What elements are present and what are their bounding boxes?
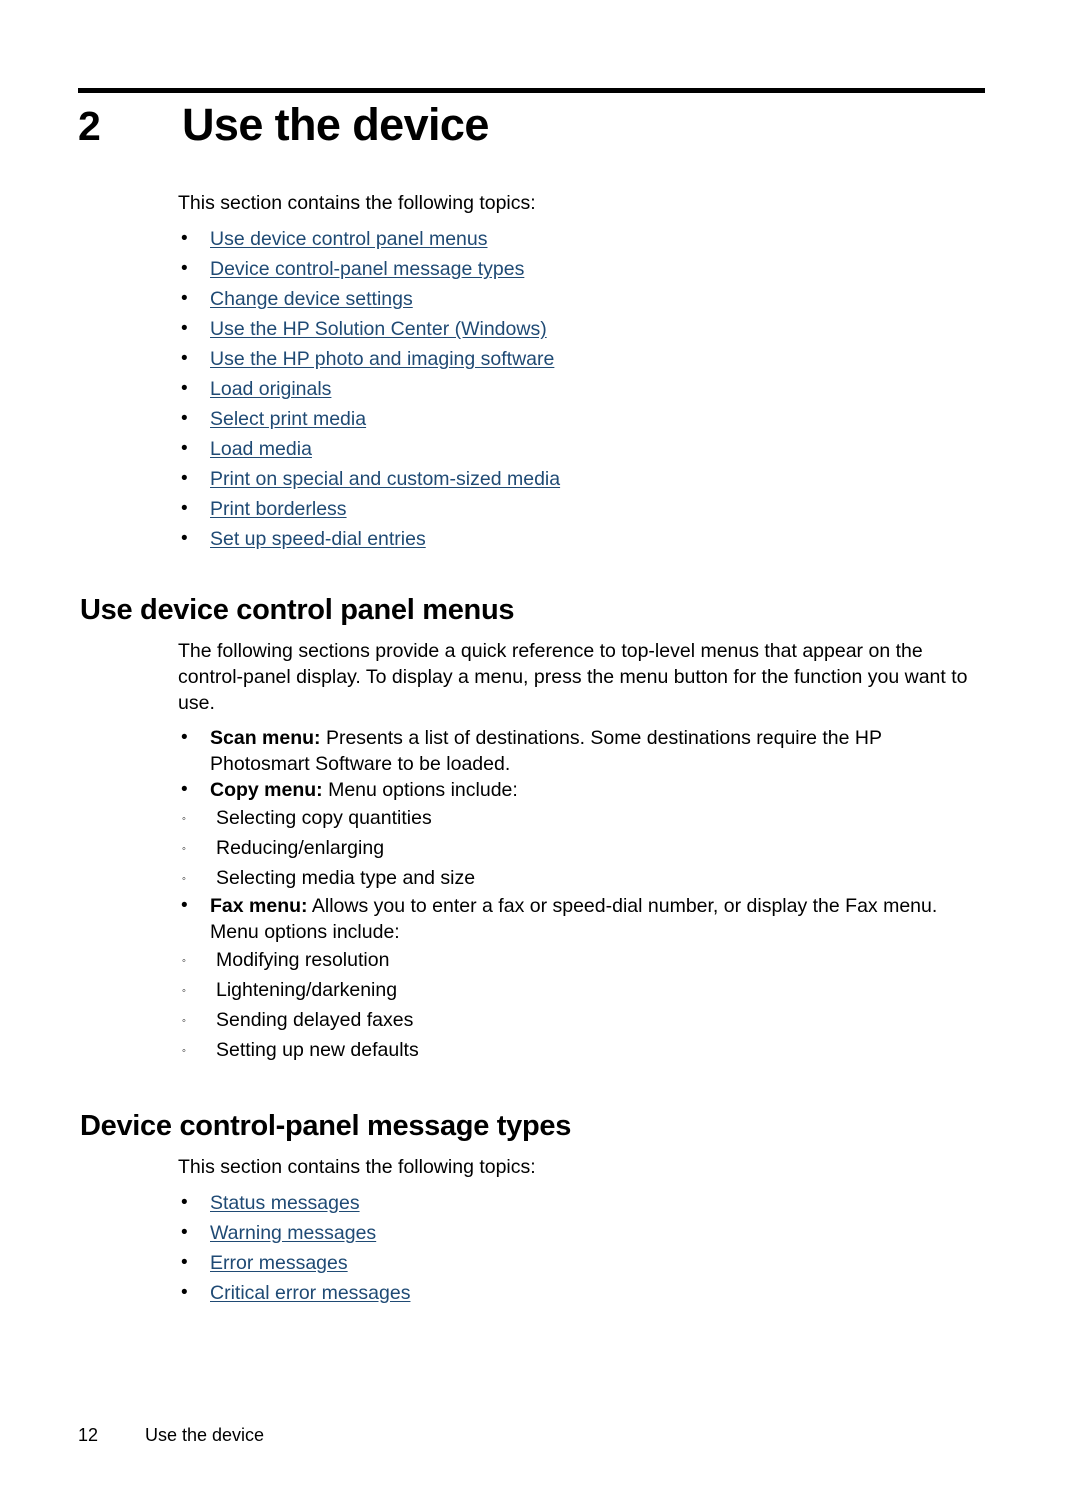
sub-bullet-icon: ◦ [182,843,186,855]
bullet-icon: • [181,1192,188,1213]
menu-sub-option-text: Reducing/enlarging [216,837,385,859]
menu-sub-option-text: Lightening/darkening [216,979,398,1001]
intro-lead-text: This section contains the following topi… [178,192,536,214]
menu-sub-option-text: Modifying resolution [216,949,390,971]
menu-sub-option-item: ◦ Selecting copy quantities [178,803,978,833]
document-page: 2 Use the device This section contains t… [0,0,1080,1495]
chapter-header: 2 Use the device [78,98,988,153]
topic-link[interactable]: Set up speed-dial entries [210,528,426,550]
menu-bullet-list: • Scan menu: Presents a list of destinati… [178,725,978,1065]
menu-sub-option-list: ◦ Modifying resolution ◦ Lightening/darkeni… [178,945,978,1065]
menu-bullet-text: Allows you to enter a fax or speed-dial … [210,895,938,943]
topic-link[interactable]: Use device control panel menus [210,228,488,250]
topic-link[interactable]: Load originals [210,378,331,400]
bullet-icon: • [181,779,188,800]
chapter-number: 2 [78,103,101,149]
menu-sub-option-text: Selecting copy quantities [216,807,432,829]
topic-link-item[interactable]: • Load media [178,434,978,464]
topic-link[interactable]: Error messages [210,1252,348,1274]
topic-link-item[interactable]: • Use the HP Solution Center (Windows) [178,314,978,344]
messages-lead-text: This section contains the following topi… [178,1156,536,1178]
menu-bullet-item: • Copy menu: Menu options include: [178,777,978,803]
page-footer: 12 Use the device [78,1423,988,1447]
bullet-icon: • [181,228,188,249]
bullet-icon: • [181,408,188,429]
sub-bullet-icon: ◦ [182,1015,186,1027]
menu-bullet-text: Menu options include: [322,779,518,801]
topic-link-item[interactable]: • Device control-panel message types [178,254,978,284]
menu-bullet-item: • Scan menu: Presents a list of destinati… [178,725,978,777]
topic-link[interactable]: Device control-panel message types [210,258,524,280]
bullet-icon: • [181,498,188,519]
menu-sub-option-item: ◦ Sending delayed faxes [178,1005,978,1035]
bullet-icon: • [181,318,188,339]
bullet-icon: • [181,895,188,916]
menu-sub-option-text: Sending delayed faxes [216,1009,414,1031]
bullet-icon: • [181,1222,188,1243]
topic-link-item[interactable]: • Use device control panel menus [178,224,978,254]
topic-link[interactable]: Use the HP photo and imaging software [210,348,554,370]
bullet-icon: • [181,727,188,748]
topic-link[interactable]: Print borderless [210,498,347,520]
topic-link-item[interactable]: • Change device settings [178,284,978,314]
menu-sub-option-item: ◦ Modifying resolution [178,945,978,975]
menu-bullet-label: Scan menu: [210,727,321,749]
menu-bullet-label: Fax menu: [210,895,308,917]
sub-bullet-icon: ◦ [182,955,186,967]
sub-bullet-icon: ◦ [182,985,186,997]
bullet-icon: • [181,528,188,549]
section-menus-paragraph: The following sections provide a quick r… [178,640,968,714]
menu-bullet-label: Copy menu: [210,779,323,801]
topic-link[interactable]: Load media [210,438,312,460]
section-heading-device-control-panel-message-types: Device control-panel message types [80,1110,572,1142]
menu-sub-option-text: Setting up new defaults [216,1039,419,1061]
menu-sub-option-item: ◦ Reducing/enlarging [178,833,978,863]
sub-bullet-icon: ◦ [182,873,186,885]
topic-link-item[interactable]: • Warning messages [178,1218,978,1248]
topic-link-item[interactable]: • Set up speed-dial entries [178,524,978,554]
topic-link-item[interactable]: • Print borderless [178,494,978,524]
footer-page-number: 12 [78,1425,99,1445]
topic-link-item[interactable]: • Print on special and custom-sized media [178,464,978,494]
topic-link-item[interactable]: • Critical error messages [178,1278,978,1308]
topic-link[interactable]: Critical error messages [210,1282,410,1304]
topic-link-item[interactable]: • Select print media [178,404,978,434]
menu-sub-option-list: ◦ Selecting copy quantities ◦ Reducing/enla… [178,803,978,893]
topic-link-item[interactable]: • Load originals [178,374,978,404]
bullet-icon: • [181,438,188,459]
menu-sub-option-item: ◦ Setting up new defaults [178,1035,978,1065]
topic-link[interactable]: Status messages [210,1192,360,1214]
bullet-icon: • [181,348,188,369]
menu-sub-option-text: Selecting media type and size [216,867,476,889]
menu-sub-option-item: ◦ Lightening/darkening [178,975,978,1005]
footer-chapter-title: Use the device [145,1425,265,1445]
bullet-icon: • [181,1282,188,1303]
topic-link[interactable]: Select print media [210,408,366,430]
menu-bullet-item: • Fax menu: Allows you to enter a fax or … [178,893,978,945]
section-heading-use-device-control-panel-menus: Use device control panel menus [80,594,515,626]
topic-link[interactable]: Print on special and custom-sized media [210,468,560,490]
menu-sub-option-item: ◦ Selecting media type and size [178,863,978,893]
bullet-icon: • [181,288,188,309]
bullet-icon: • [181,468,188,489]
intro-topic-link-list: • Use device control panel menus • Device c… [178,224,978,554]
chapter-title: Use the device [182,99,489,150]
bullet-icon: • [181,258,188,279]
sub-bullet-icon: ◦ [182,813,186,825]
topic-link[interactable]: Warning messages [210,1222,376,1244]
topic-link-item[interactable]: • Status messages [178,1188,978,1218]
sub-bullet-icon: ◦ [182,1045,186,1057]
chapter-rule [78,88,985,93]
topic-link[interactable]: Use the HP Solution Center (Windows) [210,318,547,340]
topic-link-item[interactable]: • Error messages [178,1248,978,1278]
bullet-icon: • [181,1252,188,1273]
bullet-icon: • [181,378,188,399]
topic-link[interactable]: Change device settings [210,288,413,310]
topic-link-item[interactable]: • Use the HP photo and imaging software [178,344,978,374]
message-topic-link-list: • Status messages • Warning messages • Error … [178,1188,978,1308]
